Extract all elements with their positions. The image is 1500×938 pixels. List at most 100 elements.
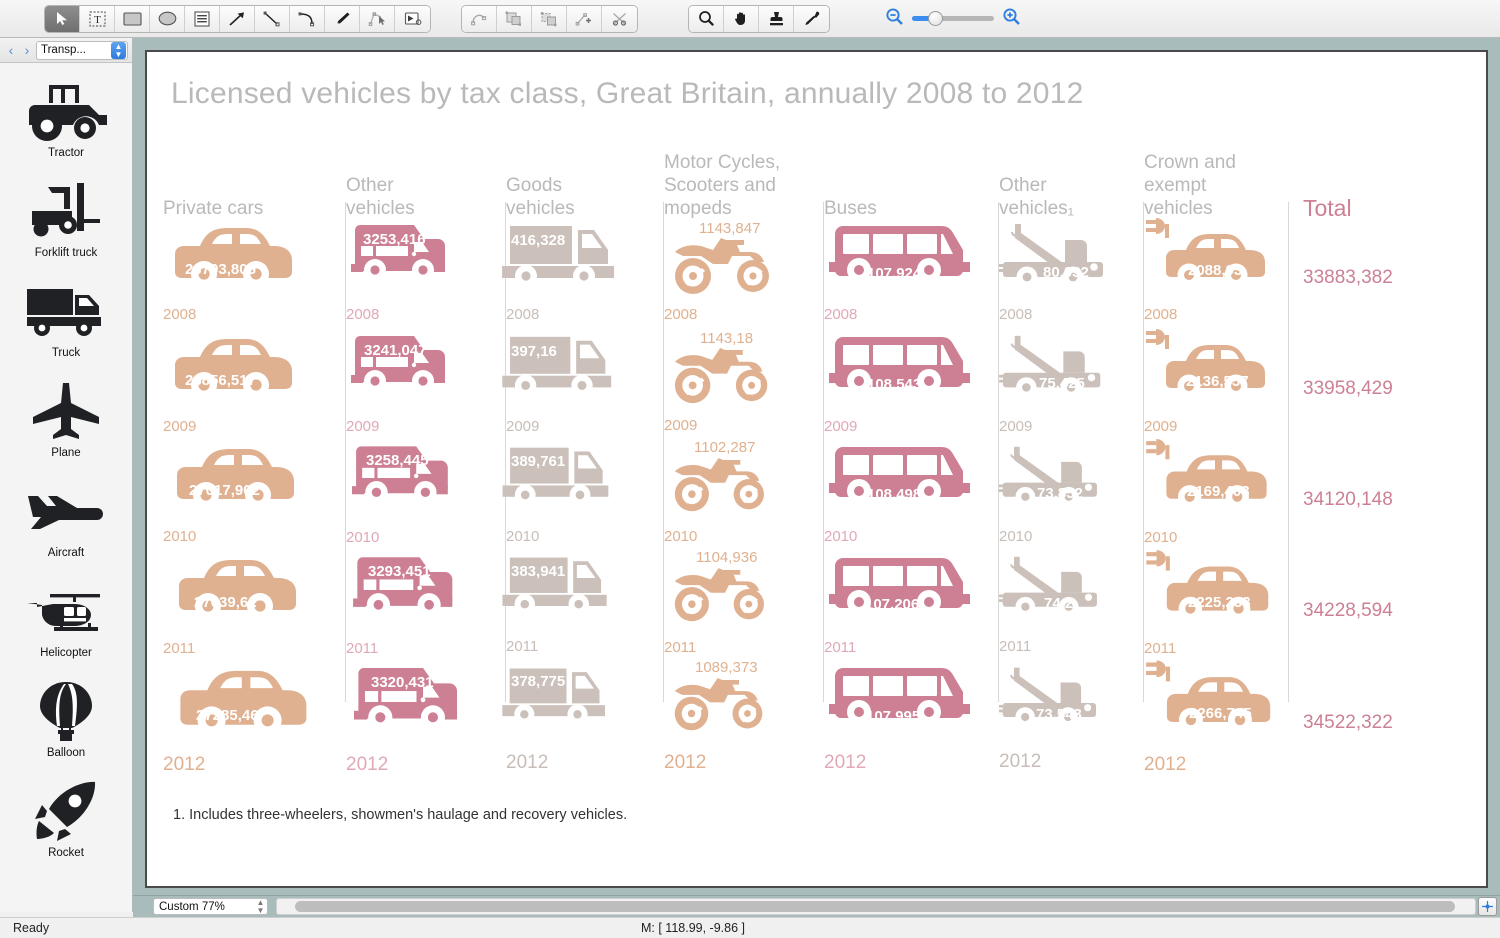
zoom-slider-track[interactable] [912, 11, 994, 26]
add-node-tool-button[interactable] [567, 5, 602, 32]
cell-private-cars-2008: 26793,805 2008 [163, 224, 346, 334]
select-tool-button[interactable] [45, 5, 80, 32]
year-label: 2009 [664, 417, 698, 434]
scrollbar-thumb[interactable] [295, 901, 1455, 912]
column-buses: Buses 107,924 2008 108,543 2009 108,498 … [824, 140, 999, 774]
text-tool-button[interactable]: T [80, 5, 115, 32]
cell-buses-2010: 108,498 2010 [824, 444, 999, 554]
zoom-out-icon[interactable] [885, 7, 904, 31]
hand-tool-button[interactable] [724, 5, 759, 32]
value-label: 107,924 [867, 265, 922, 282]
library-item-plane[interactable]: Plane [0, 369, 132, 469]
line-tool-button[interactable] [255, 5, 290, 32]
year-label: 2009 [824, 418, 858, 435]
value-label: 416,328 [511, 232, 566, 249]
library-item-balloon[interactable]: Balloon [0, 669, 132, 769]
lines-box-icon [194, 10, 210, 27]
zoom-tool-button[interactable] [689, 5, 724, 32]
rotate-tool-button[interactable] [462, 5, 497, 32]
shape-library-panel: ‹ › Transp... ▲ ▼ Tractor Forklift truck… [0, 38, 133, 912]
year-label: 2010 [664, 528, 698, 545]
cell-buses-2008: 107,924 2008 [824, 224, 999, 334]
cell-crown-exempt-2009: 2136,557 2009 [1144, 329, 1289, 444]
horizontal-scrollbar[interactable] [276, 898, 1476, 915]
column-header-wrap: Private cars [163, 140, 346, 224]
tractor-icon [23, 79, 109, 145]
rectangle-tool-button[interactable] [115, 5, 150, 32]
document-page[interactable]: Licensed vehicles by tax class, Great Br… [145, 50, 1488, 888]
column-header-wrap: Total [1289, 140, 1469, 224]
value-label: 397,16 [511, 343, 557, 360]
library-item-label: Rocket [48, 847, 84, 859]
cell-other-vehicles-2009: 3241,047 2009 [346, 334, 506, 444]
rectangle-icon [122, 11, 142, 26]
cell-motorcycles-2010: 1102,287 2010 [664, 439, 824, 554]
column-header: Motor Cycles, Scooters and mopeds [664, 152, 781, 219]
zoom-slider-control[interactable] [885, 7, 1021, 31]
column-goods-vehicles: Goods vehicles 416,328 2008 397,16 2009 … [502, 140, 664, 774]
library-item-rocket[interactable]: Rocket [0, 769, 132, 869]
library-selector[interactable]: Transp... ▲ ▼ [36, 40, 128, 60]
cell-private-cars-2009: 26856,517 2009 [163, 334, 346, 444]
library-selector-value: Transp... [41, 44, 86, 56]
callout-tool-button[interactable] [395, 5, 430, 32]
stamp-tool-button[interactable] [759, 5, 794, 32]
status-ready-label: Ready [13, 921, 50, 935]
node-edit-tool-button[interactable] [360, 5, 395, 32]
value-label: 74,2 [1044, 595, 1074, 612]
zoom-level-value: Custom 77% [159, 900, 225, 913]
cell-goods-vehicles-2008: 416,328 2008 [502, 224, 664, 334]
column-header: Other vehicles [346, 175, 415, 219]
cell-crown-exempt-2011: 2225,233 2011 [1144, 550, 1289, 664]
zoom-in-icon[interactable] [1002, 7, 1021, 31]
year-label: 2010 [1144, 529, 1178, 546]
cell-other-vehicles-2012: 3320,431 2012 [346, 664, 506, 775]
eyedropper-tool-button[interactable] [794, 5, 829, 32]
cell-tow-trucks-2009: 75,425 2009 [999, 334, 1144, 444]
year-label: 2011 [1144, 640, 1177, 657]
curve-tool-button[interactable] [290, 5, 325, 32]
library-prev-button[interactable]: ‹ [4, 43, 18, 57]
pen-tool-button[interactable] [325, 5, 360, 32]
cell-other-vehicles-2010: 3258,445 2010 [346, 444, 506, 554]
library-item-tractor[interactable]: Tractor [0, 69, 132, 169]
canvas-area[interactable]: Licensed vehicles by tax class, Great Br… [133, 38, 1500, 895]
year-label: 2011 [163, 640, 196, 657]
value-label: 2225,233 [1188, 594, 1251, 611]
magnifier-icon [698, 10, 715, 27]
chevron-updown-icon[interactable]: ▲ ▼ [254, 898, 267, 915]
chevron-updown-icon[interactable]: ▲ ▼ [111, 41, 126, 59]
helicopter-icon [24, 579, 108, 645]
zoom-level-selector[interactable]: Custom 77% ▲ ▼ [153, 898, 268, 915]
value-label: 26793,805 [185, 261, 256, 278]
ungroup-objects-icon [540, 11, 558, 27]
hot-air-balloon-icon [36, 679, 96, 745]
zoom-slider-knob[interactable] [928, 11, 943, 26]
rotate-arc-icon [470, 11, 488, 27]
resize-grip-icon[interactable] [1478, 897, 1497, 916]
drawing-tools-group: T [44, 4, 431, 33]
ungroup-tool-button[interactable] [532, 5, 567, 32]
library-item-aircraft[interactable]: Aircraft [0, 469, 132, 569]
ellipse-tool-button[interactable] [150, 5, 185, 32]
value-label: 2266,745 [1189, 705, 1252, 722]
cut-path-tool-button[interactable] [602, 5, 637, 32]
cut-path-icon [611, 11, 629, 27]
value-label: 378,775 [511, 673, 566, 690]
library-item-truck[interactable]: Truck [0, 269, 132, 369]
cell-total-2009: 33958,429 [1289, 334, 1469, 444]
library-item-helicopter[interactable]: Helicopter [0, 569, 132, 669]
year-label: 2010 [346, 529, 380, 546]
main-toolbar: T [0, 0, 1500, 38]
cell-goods-vehicles-2011: 383,941 2011 [502, 554, 664, 664]
library-item-forklift-truck[interactable]: Forklift truck [0, 169, 132, 269]
text-block-tool-button[interactable] [185, 5, 220, 32]
library-next-button[interactable]: › [20, 43, 34, 57]
cell-tow-trucks-2010: 73,852 2010 [999, 444, 1144, 554]
year-label: 2012 [999, 751, 1042, 772]
arrow-tool-button[interactable] [220, 5, 255, 32]
group-tool-button[interactable] [497, 5, 532, 32]
cursor-arrow-icon [56, 11, 69, 26]
total-value: 34522,322 [1303, 712, 1393, 733]
cell-total-2008: 33883,382 [1289, 224, 1469, 334]
